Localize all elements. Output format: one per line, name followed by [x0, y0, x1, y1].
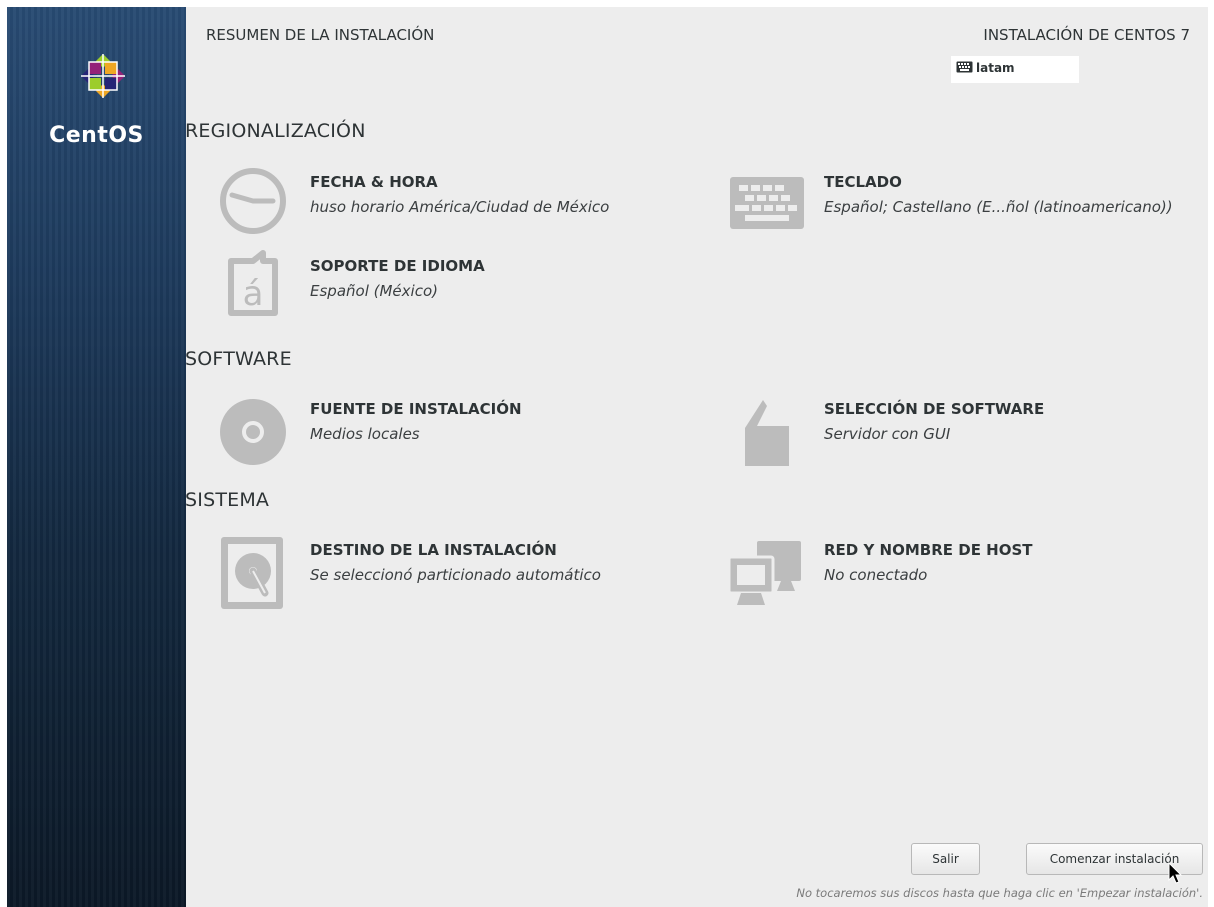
product-title: INSTALACIÓN DE CENTOS 7 — [983, 26, 1190, 44]
section-title-localization: REGIONALIZACIÓN — [185, 120, 366, 142]
language-icon: á — [228, 250, 278, 316]
spoke-status: No conectado — [824, 566, 928, 584]
clock-icon — [220, 168, 286, 234]
spoke-status: Se seleccionó particionado automático — [310, 566, 601, 584]
package-icon — [745, 400, 789, 466]
page-title: RESUMEN DE LA INSTALACIÓN — [206, 26, 435, 44]
section-title-system: SISTEMA — [185, 489, 270, 511]
network-icon — [727, 541, 801, 605]
keyboard-layout-label: latam — [976, 61, 1015, 75]
mouse-pointer-icon — [1168, 862, 1183, 884]
spoke-keyboard[interactable]: TECLADO Español; Castellano (E...ñol (la… — [727, 165, 1208, 235]
disc-icon — [220, 399, 286, 465]
spoke-title: RED Y NOMBRE DE HOST — [824, 541, 1033, 559]
keyboard-layout-indicator[interactable]: latam — [951, 56, 1079, 83]
spoke-status: Medios locales — [310, 425, 420, 443]
spoke-date-time[interactable]: FECHA & HORA huso horario América/Ciudad… — [213, 165, 683, 235]
spoke-installation-source[interactable]: FUENTE DE INSTALACIÓN Medios locales — [213, 392, 683, 465]
centos-wordmark: CentOS — [49, 123, 144, 148]
spoke-language-support[interactable]: á SOPORTE DE IDIOMA Español (México) — [213, 249, 683, 319]
spoke-title: TECLADO — [824, 173, 902, 191]
sidebar: CentOS — [7, 7, 186, 907]
spoke-title: FUENTE DE INSTALACIÓN — [310, 400, 522, 418]
spoke-status: Español (México) — [310, 282, 438, 300]
spoke-status: Servidor con GUI — [824, 425, 951, 443]
spoke-status: Español; Castellano (E...ñol (latinoamer… — [824, 198, 1173, 216]
spoke-title: SOPORTE DE IDIOMA — [310, 257, 485, 275]
svg-text:á: á — [243, 274, 264, 314]
footer-warning-note: No tocaremos sus discos hasta que haga c… — [796, 886, 1203, 900]
spoke-network-hostname[interactable]: RED Y NOMBRE DE HOST No conectado — [727, 533, 1197, 605]
section-title-software: SOFTWARE — [185, 348, 292, 370]
installation-summary-hub: RESUMEN DE LA INSTALACIÓN INSTALACIÓN DE… — [185, 7, 1208, 907]
quit-button[interactable]: Salir — [911, 843, 980, 875]
spoke-software-selection[interactable]: SELECCIÓN DE SOFTWARE Servidor con GUI — [727, 392, 1197, 466]
spoke-title: SELECCIÓN DE SOFTWARE — [824, 400, 1045, 418]
hard-disk-icon — [221, 537, 283, 609]
centos-logo-icon — [81, 54, 125, 98]
spoke-title: DESTINO DE LA INSTALACIÓN — [310, 541, 557, 559]
spoke-status: huso horario América/Ciudad de México — [310, 198, 610, 216]
spoke-installation-destination[interactable]: DESTINO DE LA INSTALACIÓN Se seleccionó … — [213, 533, 683, 609]
spoke-title: FECHA & HORA — [310, 173, 438, 191]
keyboard-icon — [956, 61, 973, 73]
keyboard-icon — [730, 177, 804, 229]
